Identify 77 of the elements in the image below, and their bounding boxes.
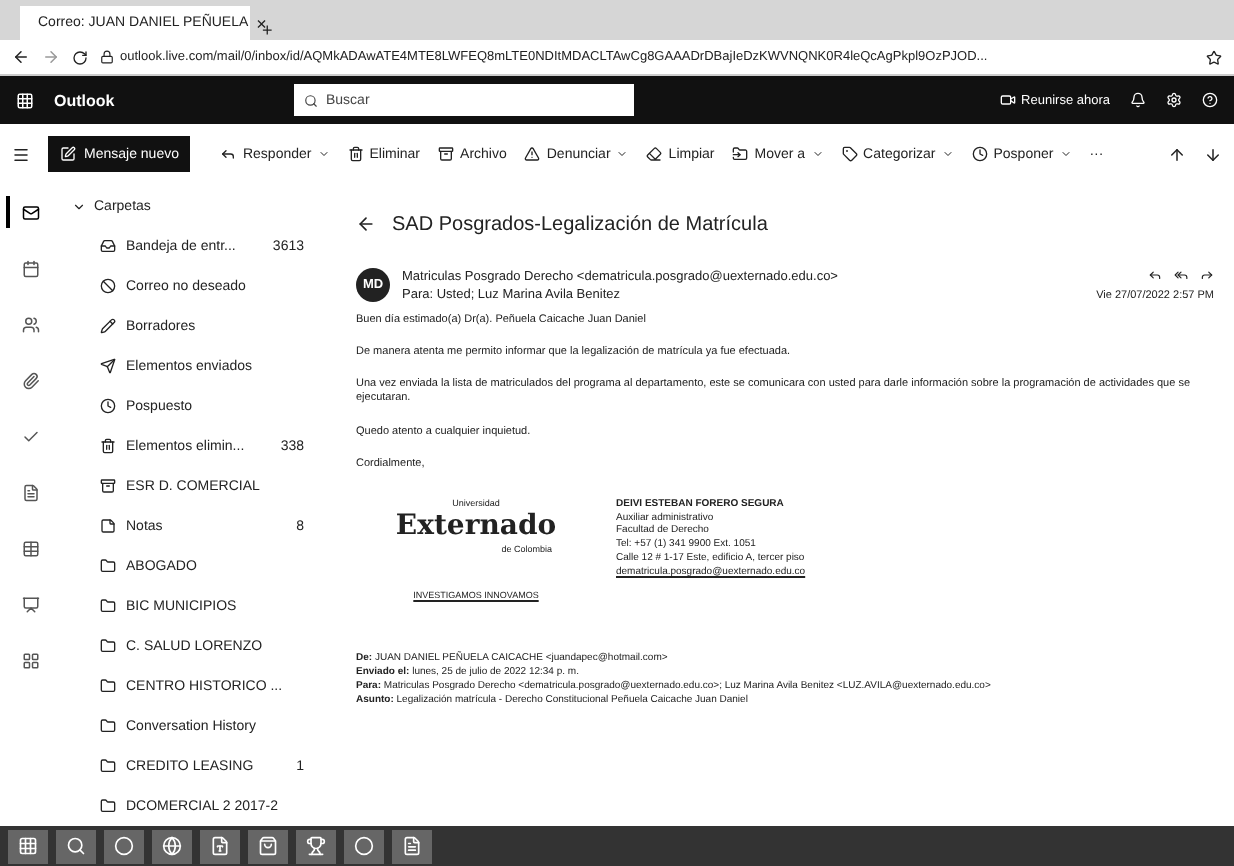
chevron-down-icon [317, 148, 330, 160]
folder-move-icon [732, 146, 749, 162]
grid-icon [18, 836, 38, 856]
taskbar-button[interactable] [344, 829, 384, 863]
presentation-icon [21, 595, 39, 613]
app-launcher-icon[interactable] [16, 91, 34, 109]
chevron-down-icon [941, 148, 954, 160]
reply-icon [220, 146, 237, 162]
back-icon[interactable] [12, 48, 30, 66]
folder-icon [100, 558, 116, 575]
calendar-icon [21, 259, 39, 277]
clock-icon [971, 146, 988, 162]
globe-icon [162, 836, 182, 856]
video-camera-icon [999, 92, 1016, 108]
document-icon [402, 836, 422, 856]
taskbar-button[interactable] [296, 829, 336, 863]
folder-icon [100, 718, 116, 735]
folder-icon [100, 678, 116, 695]
new-tab-button[interactable]: + [262, 20, 273, 40]
trash-icon [100, 438, 116, 455]
trash-icon [347, 146, 364, 162]
chevron-down-icon [616, 148, 629, 160]
forward-icon[interactable] [1200, 268, 1214, 282]
reload-icon[interactable] [72, 49, 88, 65]
taskbar-button[interactable] [104, 829, 144, 863]
bell-icon[interactable] [1130, 92, 1146, 108]
taskbar-button[interactable] [8, 829, 48, 863]
app-name: Outlook [54, 91, 117, 109]
taskbar-button[interactable] [200, 829, 240, 863]
reply-icon[interactable] [1148, 268, 1162, 282]
note-icon [100, 518, 116, 535]
message-subject: SAD Posgrados-Legalización de Matrícula [392, 213, 768, 235]
tag-icon [841, 146, 858, 162]
table-icon [21, 539, 39, 557]
folder-icon [100, 638, 116, 655]
folder-icon [100, 798, 116, 815]
paperclip-icon [21, 371, 39, 389]
chevron-down-icon [1059, 148, 1072, 160]
circle-icon [354, 836, 374, 856]
archive-box-icon [100, 478, 116, 495]
menu-icon[interactable] [12, 145, 30, 163]
search-icon [304, 93, 318, 107]
send-icon [100, 358, 116, 375]
clock-icon [100, 398, 116, 415]
trophy-icon [306, 836, 326, 856]
circle-icon [114, 836, 134, 856]
settings-icon[interactable] [1166, 92, 1182, 108]
chevron-icon[interactable] [72, 200, 86, 215]
archive-box-icon [438, 146, 455, 162]
blocked-icon [100, 278, 116, 295]
chevron-down-icon [811, 148, 824, 160]
help-icon[interactable] [1202, 92, 1218, 108]
apps-grid-icon [21, 651, 39, 669]
folder-icon [100, 598, 116, 615]
document-icon [21, 483, 39, 501]
taskbar-button[interactable] [392, 829, 432, 863]
up-arrow-icon[interactable] [1168, 145, 1186, 163]
taskbar-button[interactable] [152, 829, 192, 863]
down-arrow-icon[interactable] [1204, 145, 1222, 163]
mail-icon [21, 203, 39, 221]
document-icon [210, 836, 230, 856]
star-icon[interactable] [1206, 49, 1222, 65]
inbox-icon [100, 238, 116, 255]
bag-icon [258, 836, 278, 856]
people-icon [21, 315, 39, 333]
compose-icon [60, 146, 76, 162]
taskbar-button[interactable] [56, 829, 96, 863]
eraser-icon [646, 146, 663, 162]
search-icon [66, 836, 86, 856]
pencil-icon [100, 318, 116, 335]
checkmark-icon [21, 427, 39, 445]
folder-icon [100, 758, 116, 775]
warning-icon [524, 146, 541, 162]
reply-all-icon[interactable] [1174, 268, 1188, 282]
lock-icon [100, 50, 114, 64]
back-icon[interactable] [356, 214, 376, 234]
taskbar-button[interactable] [248, 829, 288, 863]
